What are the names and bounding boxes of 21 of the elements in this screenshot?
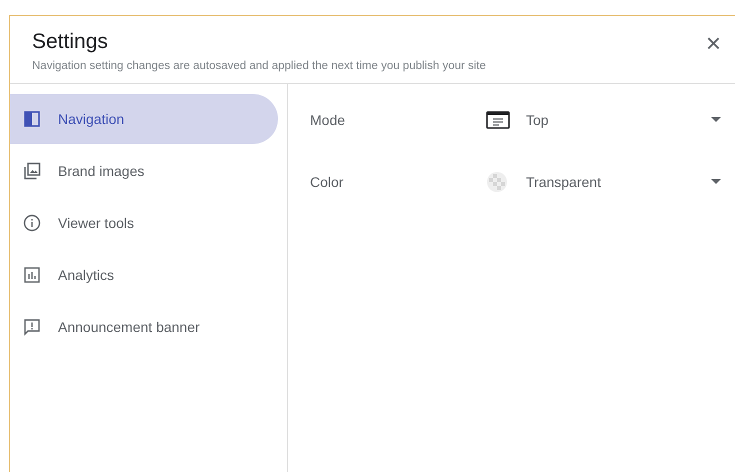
sidebar-item[interactable]: Brand images <box>10 146 278 196</box>
bar-chart-icon <box>22 265 42 286</box>
close-button[interactable]: × <box>706 30 721 56</box>
setting-dropdown[interactable]: Top <box>486 100 721 140</box>
caret-icon <box>711 179 721 186</box>
sidebar-item[interactable]: Analytics <box>10 250 278 300</box>
dialog-title: Settings <box>32 29 109 55</box>
sidebar-item[interactable]: Viewer tools <box>10 198 278 248</box>
sidebar-item[interactable]: Announcement banner <box>10 302 278 352</box>
caret-icon <box>711 117 721 124</box>
sidebar-panel-icon <box>22 109 42 130</box>
images-icon <box>22 161 42 182</box>
info-icon <box>22 213 42 234</box>
sidebar-item[interactable]: Navigation <box>10 94 278 144</box>
transparent-swatch-icon <box>486 171 508 194</box>
setting-dropdown[interactable]: Transparent <box>486 162 721 202</box>
window-layout-icon <box>486 110 510 130</box>
feedback-icon <box>22 317 42 338</box>
setting-label: Mode <box>310 110 346 130</box>
setting-label: Color <box>310 172 344 192</box>
dialog-subtitle: Navigation setting changes are autosaved and applied the next time you publish your site <box>32 59 487 74</box>
